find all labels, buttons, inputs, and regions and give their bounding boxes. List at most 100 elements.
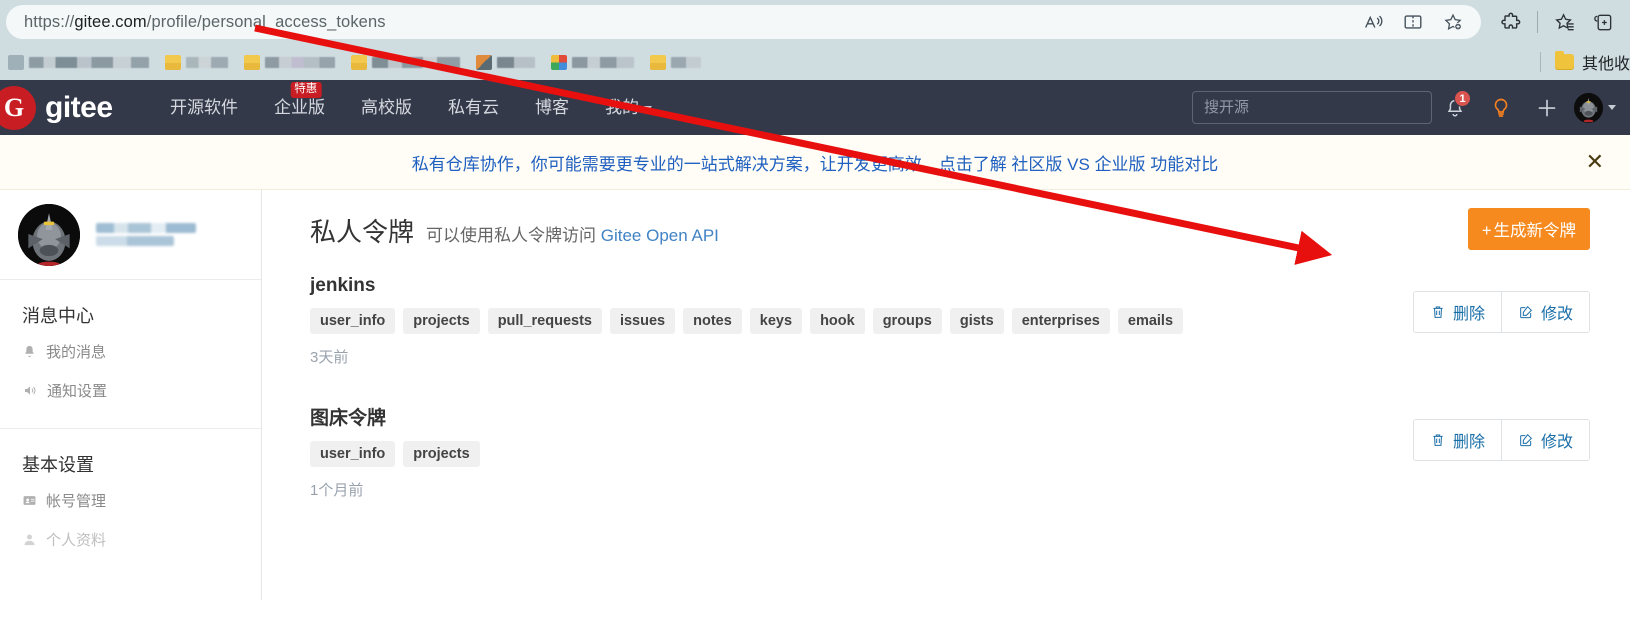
nav-link-enterprise[interactable]: 特惠企业版 [256,80,343,135]
scope-tag: pull_requests [488,308,602,334]
bookmark-item[interactable] [650,55,701,70]
gitee-navbar: G gitee 开源软件 特惠企业版 高校版 私有云 博客 我的 1 [0,80,1630,135]
page-title: 私人令牌 [310,212,414,249]
user-avatar-button[interactable] [1570,80,1616,135]
bookmark-item[interactable] [165,55,228,70]
lightbulb-icon[interactable] [1478,80,1524,135]
plus-icon[interactable] [1524,80,1570,135]
sidebar-section-title: 基本设置 [0,451,261,481]
toolbar-divider [1537,11,1538,33]
edit-token-button[interactable]: 修改 [1501,292,1589,332]
sidebar-section-messages: 消息中心 我的消息 通知设置 [0,280,261,418]
bookmark-item[interactable] [551,55,634,70]
collections-icon[interactable] [1590,10,1614,34]
token-row: 图床令牌 user_info projects 1个月前 删除 修改 [310,403,1590,520]
username-blurred [96,223,196,246]
nav-link-mine[interactable]: 我的 [587,80,670,135]
sidebar-section-basic-settings: 基本设置 帐号管理 个人资料 [0,429,261,567]
extensions-icon[interactable] [1499,10,1523,34]
delete-token-button[interactable]: 删除 [1414,420,1501,460]
bookmark-item[interactable] [351,55,460,70]
scope-tag: keys [750,308,802,334]
scope-tag: hook [810,308,865,334]
bookmark-label [372,57,460,68]
bookmark-item[interactable] [8,55,149,70]
bookmark-item[interactable] [244,55,335,70]
read-aloud-icon[interactable] [1361,10,1385,34]
scope-tag: user_info [310,308,395,334]
token-actions: 删除 修改 [1413,419,1590,461]
edit-token-button[interactable]: 修改 [1501,420,1589,460]
bookmark-favicon [244,55,260,70]
browser-extension-icons [1485,10,1624,34]
promo-banner-text[interactable]: 私有仓库协作，你可能需要更专业的一站式解决方案，让开发更高效。点击了解 社区版 … [412,150,1219,175]
open-api-link[interactable]: Gitee Open API [601,226,719,245]
bookmark-label [497,57,535,68]
sidebar: 消息中心 我的消息 通知设置 基本设置 帐号管理 [0,190,262,600]
nav-link-blog[interactable]: 博客 [517,80,587,135]
bookmark-favicon [165,55,181,70]
bookmark-favicon [551,55,567,70]
bookmarks-bar: 其他收 [0,44,1630,80]
sidebar-item-label: 个人资料 [46,529,106,550]
promo-banner: 私有仓库协作，你可能需要更专业的一站式解决方案，让开发更高效。点击了解 社区版 … [0,135,1630,190]
trash-icon [1430,304,1446,320]
generate-new-token-button[interactable]: +生成新令牌 [1468,208,1590,250]
avatar [1574,93,1603,123]
search-input[interactable] [1192,91,1432,124]
delete-token-button[interactable]: 删除 [1414,292,1501,332]
notification-badge: 1 [1454,90,1471,107]
nav-links: 开源软件 特惠企业版 高校版 私有云 博客 我的 [152,80,670,135]
url-text: https://gitee.com/profile/personal_acces… [24,13,1361,32]
person-icon [22,532,37,547]
close-icon[interactable]: ✕ [1586,151,1604,173]
nav-link-education[interactable]: 高校版 [343,80,430,135]
gitee-logo[interactable]: G gitee [0,86,152,130]
address-bar[interactable]: https://gitee.com/profile/personal_acces… [6,5,1481,39]
other-favorites-button[interactable]: 其他收 [1540,44,1630,80]
bell-icon [22,344,37,359]
scope-tag: emails [1118,308,1183,334]
bookmark-label [186,57,228,68]
add-favorite-icon[interactable] [1441,10,1465,34]
bookmark-item[interactable] [476,55,535,70]
sidebar-item-account-management[interactable]: 帐号管理 [0,481,261,520]
id-card-icon [22,493,37,508]
speaker-icon [22,383,38,398]
scope-tag: notes [683,308,742,334]
nav-link-privatecloud[interactable]: 私有云 [430,80,517,135]
bookmark-favicon [476,55,492,70]
profile-card[interactable] [0,190,261,280]
avatar-image [1574,93,1603,122]
chevron-down-icon [1608,105,1616,110]
scope-tag: user_info [310,441,395,467]
sidebar-item-profile[interactable]: 个人资料 [0,520,261,559]
nav-link-label: 企业版 [274,98,325,117]
token-row: jenkins user_info projects pull_requests… [310,275,1590,387]
token-scopes: user_info projects [310,441,1590,467]
chevron-down-icon [644,106,652,111]
favorites-icon[interactable] [1552,10,1576,34]
gitee-logo-mark: G [0,86,36,130]
nav-link-opensource[interactable]: 开源软件 [152,80,256,135]
notifications-button[interactable]: 1 [1432,80,1478,135]
other-favorites-label: 其他收 [1582,50,1630,74]
token-timestamp: 1个月前 [310,479,1590,500]
username-text [96,223,196,233]
scope-tag: enterprises [1012,308,1110,334]
navbar-right: 1 [1192,80,1616,135]
sidebar-item-my-messages[interactable]: 我的消息 [0,332,261,371]
username-text-2 [96,236,174,246]
scope-tag: gists [950,308,1004,334]
scope-tag: projects [403,308,479,334]
page-subtitle: 可以使用私人令牌访问 Gitee Open API [426,221,719,246]
bookmark-label [29,57,149,68]
nav-link-label: 高校版 [361,98,412,117]
bookmark-favicon [650,55,666,70]
nav-badge-promo: 特惠 [290,82,321,98]
sidebar-item-notification-settings[interactable]: 通知设置 [0,371,261,410]
delete-token-label: 删除 [1453,428,1485,452]
scope-tag: projects [403,441,479,467]
split-screen-icon[interactable] [1401,10,1425,34]
trash-icon [1430,432,1446,448]
